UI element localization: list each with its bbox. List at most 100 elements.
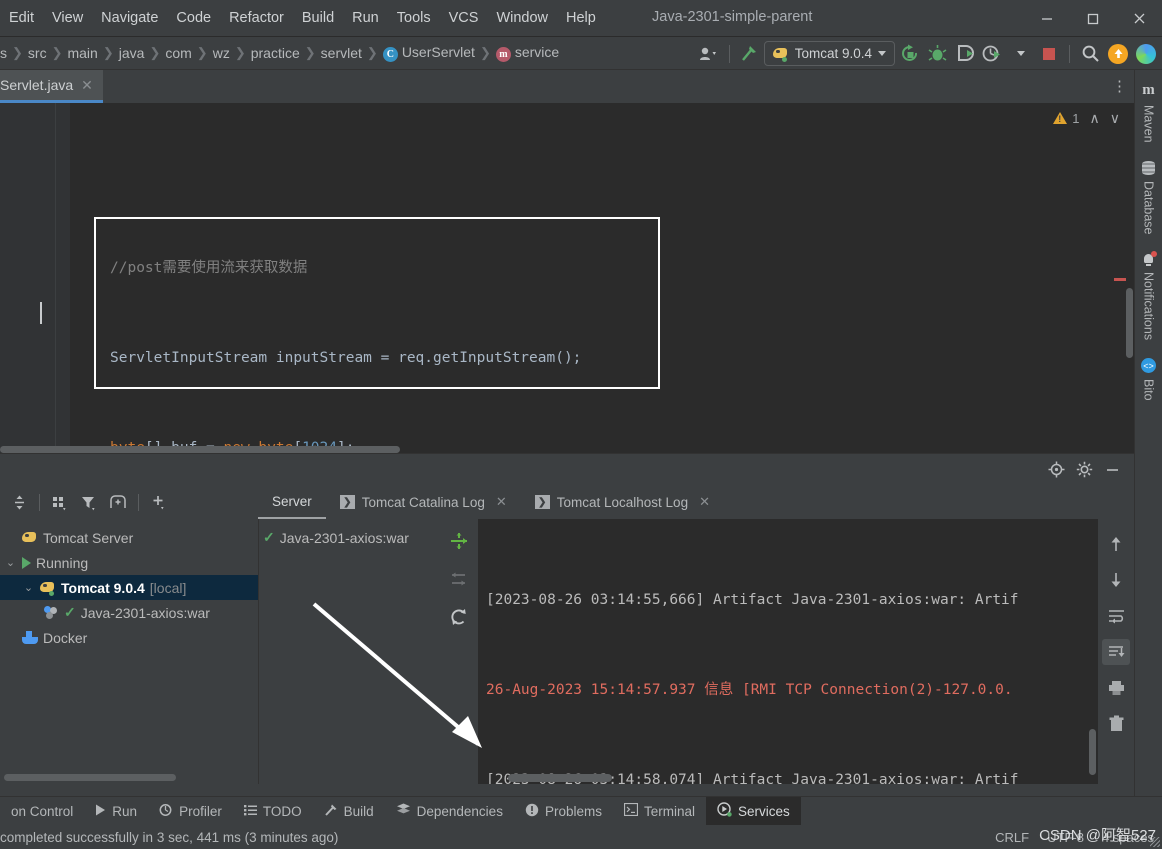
- menu-item-edit[interactable]: Edit: [0, 8, 43, 28]
- breadcrumb-item-userservlet[interactable]: C UserServlet: [382, 44, 475, 62]
- editor-horizontal-scrollbar[interactable]: [0, 446, 1126, 453]
- collapse-all-icon[interactable]: [6, 489, 32, 515]
- scroll-down-icon[interactable]: [1102, 567, 1130, 593]
- search-everywhere-icon[interactable]: [1078, 41, 1102, 66]
- menu-item-refactor[interactable]: Refactor: [220, 8, 293, 28]
- tab-tomcat-localhost-log[interactable]: ❯ Tomcat Localhost Log ✕: [521, 485, 724, 519]
- sidebar-item-database[interactable]: Database: [1138, 155, 1160, 241]
- tree-row-running[interactable]: ⌄ Running: [0, 550, 258, 575]
- tab-tomcat-catalina-log[interactable]: ❯ Tomcat Catalina Log ✕: [326, 485, 521, 519]
- redeploy-icon[interactable]: [446, 605, 472, 629]
- menu-item-tools[interactable]: Tools: [388, 8, 440, 28]
- breadcrumb-item-src[interactable]: src: [28, 45, 47, 61]
- tab-server[interactable]: Server: [258, 485, 326, 519]
- deployment-row[interactable]: ✓ Java-2301-axios:war: [259, 525, 440, 550]
- stop-icon[interactable]: [1037, 41, 1061, 66]
- breadcrumb-item-java[interactable]: java: [119, 45, 145, 61]
- tree-row-tomcat-server[interactable]: Tomcat Server: [0, 525, 258, 550]
- code-editor[interactable]: 1 ∧ ∨ //post需要使用流来获取数据 ServletInputStrea…: [0, 103, 1134, 453]
- sidebar-item-maven[interactable]: m Maven: [1138, 76, 1160, 149]
- tree-row-docker[interactable]: Docker: [0, 625, 258, 650]
- sidebar-item-notifications[interactable]: Notifications: [1138, 246, 1160, 346]
- tree-horizontal-scrollbar[interactable]: [4, 774, 176, 781]
- sidebar-item-bito[interactable]: <> Bito: [1137, 352, 1160, 407]
- toolbar-divider: [39, 493, 40, 511]
- breadcrumb-item-com[interactable]: com: [165, 45, 191, 61]
- editor-gutter[interactable]: [0, 103, 56, 453]
- tool-window-version-control[interactable]: on Control: [0, 797, 84, 826]
- tool-window-label: Dependencies: [416, 803, 503, 819]
- tree-twisty[interactable]: ⌄: [22, 581, 35, 594]
- maximize-button[interactable]: [1070, 0, 1116, 37]
- menu-item-window[interactable]: Window: [487, 8, 557, 28]
- scroll-up-icon[interactable]: [1102, 531, 1130, 557]
- deploy-icon[interactable]: [446, 529, 472, 553]
- locate-icon[interactable]: [1044, 458, 1068, 482]
- tool-window-todo[interactable]: TODO: [233, 797, 313, 826]
- deployment-panel[interactable]: ✓ Java-2301-axios:war: [258, 519, 440, 784]
- tree-row-artifact[interactable]: ✓ Java-2301-axios:war: [0, 600, 258, 625]
- tree-row-tomcat-904[interactable]: ⌄ Tomcat 9.0.4 [local]: [0, 575, 258, 600]
- run-configuration-selector[interactable]: Tomcat 9.0.4: [763, 41, 895, 66]
- debug-icon[interactable]: [925, 41, 949, 66]
- menu-item-view[interactable]: View: [43, 8, 92, 28]
- close-icon[interactable]: ✕: [496, 494, 507, 510]
- tool-window-profiler[interactable]: Profiler: [148, 797, 233, 826]
- undeploy-icon[interactable]: [446, 567, 472, 591]
- settings-sync-icon[interactable]: [697, 41, 721, 66]
- build-hammer-icon[interactable]: [738, 41, 762, 66]
- chevron-down-icon[interactable]: [1009, 41, 1033, 66]
- settings-gear-icon[interactable]: [1072, 458, 1096, 482]
- rerun-icon[interactable]: [897, 41, 921, 66]
- menu-item-help[interactable]: Help: [557, 8, 605, 28]
- tool-window-services[interactable]: Services: [706, 796, 801, 826]
- line-separator-widget[interactable]: CRLF: [995, 830, 1029, 845]
- menu-item-navigate[interactable]: Navigate: [92, 8, 167, 28]
- editor-vertical-scrollbar[interactable]: [1126, 288, 1133, 358]
- hide-icon[interactable]: [1100, 458, 1124, 482]
- close-icon[interactable]: ✕: [699, 494, 710, 510]
- group-by-icon[interactable]: [47, 489, 73, 515]
- tree-twisty[interactable]: ⌄: [4, 556, 17, 569]
- minimize-button[interactable]: [1024, 0, 1070, 37]
- bito-icon[interactable]: [1134, 41, 1158, 66]
- menu-item-vcs[interactable]: VCS: [440, 8, 488, 28]
- error-stripe-mark[interactable]: [1114, 278, 1126, 281]
- updates-icon[interactable]: [1106, 41, 1130, 66]
- print-icon[interactable]: [1102, 675, 1130, 701]
- tool-window-terminal[interactable]: Terminal: [613, 797, 706, 826]
- scroll-to-end-icon[interactable]: [1102, 639, 1130, 665]
- editor-tab-options-icon[interactable]: ⋮: [1112, 77, 1128, 95]
- tool-window-dependencies[interactable]: Dependencies: [385, 797, 514, 826]
- tool-window-label: Problems: [544, 803, 602, 819]
- console-vertical-scrollbar[interactable]: [1089, 729, 1096, 775]
- code-content[interactable]: //post需要使用流来获取数据 ServletInputStream inpu…: [70, 103, 1134, 453]
- editor-fold-column[interactable]: [56, 103, 70, 453]
- services-tree[interactable]: Tomcat Server ⌄ Running ⌄ Tomcat 9.0.4 […: [0, 519, 258, 784]
- breadcrumb-item-wz[interactable]: wz: [213, 45, 230, 61]
- run-with-coverage-icon[interactable]: [953, 41, 977, 66]
- breadcrumb-item-practice[interactable]: practice: [251, 45, 300, 61]
- filter-icon[interactable]: [76, 489, 102, 515]
- plus-icon[interactable]: [146, 489, 172, 515]
- close-button[interactable]: [1116, 0, 1162, 37]
- breadcrumb-item-main[interactable]: main: [67, 45, 97, 61]
- soft-wrap-icon[interactable]: [1102, 603, 1130, 629]
- tool-window-run[interactable]: Run: [84, 797, 148, 826]
- tree-row-label: Tomcat Server: [43, 529, 134, 546]
- close-icon[interactable]: ✕: [81, 77, 93, 94]
- menu-item-run[interactable]: Run: [343, 8, 388, 28]
- breadcrumb-item-project[interactable]: s: [0, 45, 7, 61]
- profiler-icon[interactable]: [981, 41, 1005, 66]
- add-tab-icon[interactable]: [105, 489, 131, 515]
- clear-all-icon[interactable]: [1102, 711, 1130, 737]
- menu-item-build[interactable]: Build: [293, 8, 343, 28]
- tool-window-build[interactable]: Build: [313, 797, 385, 826]
- breadcrumb-item-servlet[interactable]: servlet: [321, 45, 362, 61]
- tool-window-problems[interactable]: Problems: [514, 797, 613, 826]
- menu-item-code[interactable]: Code: [167, 8, 220, 28]
- editor-tab-userservlet[interactable]: Servlet.java ✕: [0, 70, 103, 103]
- services-console[interactable]: [2023-08-26 03:14:55,666] Artifact Java-…: [478, 519, 1098, 784]
- breadcrumb-item-service[interactable]: m service: [495, 44, 559, 62]
- console-horizontal-scrollbar[interactable]: [478, 774, 1082, 782]
